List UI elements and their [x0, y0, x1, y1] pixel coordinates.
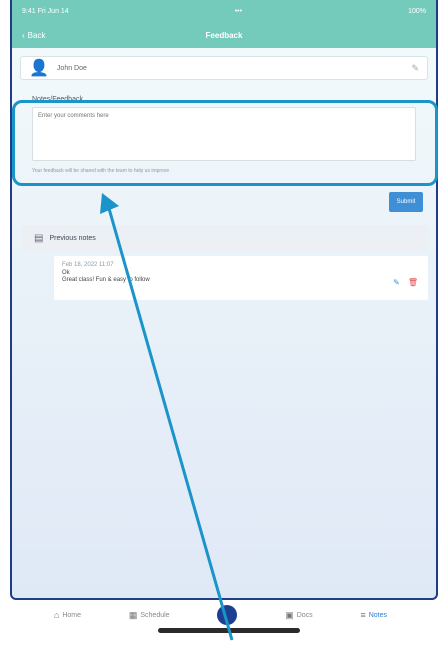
status-battery: 100%: [408, 7, 426, 15]
note-timestamp: Feb 18, 2022 11:07: [62, 262, 114, 268]
edit-name-icon[interactable]: ✎: [411, 63, 419, 74]
previous-notes-title: Previous notes: [49, 234, 96, 242]
previous-notes-header: ▤ Previous notes: [22, 225, 428, 251]
page-title: Feedback: [205, 30, 243, 40]
note-entry: Feb 18, 2022 11:07 Ok Great class! Fun &…: [54, 256, 428, 300]
edit-note-icon[interactable]: ✎: [393, 278, 400, 287]
tab-notes-label: Notes: [368, 611, 388, 619]
submit-button[interactable]: Submit: [389, 192, 423, 212]
note-actions: ✎ 🗑: [393, 278, 418, 287]
back-button[interactable]: ‹ Back: [22, 31, 45, 40]
home-indicator: [158, 628, 300, 633]
status-time: 9:41 Fri Jun 14: [22, 7, 69, 15]
status-center: •••: [234, 7, 243, 15]
tab-bar: ⌂ Home ▦ Schedule ▣ Docs ≡ Notes: [0, 600, 441, 630]
back-label: Back: [27, 30, 46, 40]
notes-label: Notes/Feedback: [32, 96, 83, 103]
notes-icon: ≡: [360, 610, 366, 620]
notes-section: Notes/Feedback Your feedback will be sha…: [20, 90, 428, 180]
name-field[interactable]: 👤 John Doe ✎: [20, 56, 428, 80]
notes-list-icon: ▤: [34, 232, 44, 244]
center-action-icon[interactable]: [217, 605, 238, 625]
tab-notes[interactable]: ≡ Notes: [360, 610, 387, 620]
delete-note-icon[interactable]: 🗑: [408, 278, 418, 287]
tab-home[interactable]: ⌂ Home: [54, 610, 81, 620]
calendar-icon: ▦: [128, 609, 138, 620]
tab-home-label: Home: [62, 611, 82, 619]
home-icon: ⌂: [53, 610, 60, 620]
app-window: 9:41 Fri Jun 14 ••• 100% ‹ Back Feedback…: [10, 0, 438, 600]
note-line-1: Ok: [62, 270, 70, 276]
notes-textarea[interactable]: [32, 107, 416, 161]
tab-docs[interactable]: ▣ Docs: [285, 610, 312, 621]
tab-schedule[interactable]: ▦ Schedule: [129, 610, 170, 621]
nav-bar: ‹ Back Feedback: [12, 22, 436, 48]
tab-docs-label: Docs: [296, 611, 313, 619]
status-bar: 9:41 Fri Jun 14 ••• 100%: [12, 0, 436, 22]
document-icon: ▣: [285, 609, 294, 620]
tab-schedule-label: Schedule: [140, 611, 170, 619]
person-icon: 👤: [29, 60, 49, 77]
name-value: John Doe: [56, 64, 87, 72]
notes-help-text: Your feedback will be shared with the te…: [32, 168, 170, 174]
note-line-2: Great class! Fun & easy to follow: [62, 277, 150, 283]
chevron-left-icon: ‹: [22, 30, 25, 40]
